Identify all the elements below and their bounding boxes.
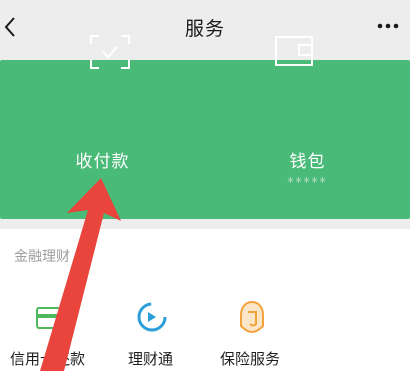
pay-receive-label: 收付款 <box>75 152 130 172</box>
credit-card-icon[interactable] <box>36 307 68 329</box>
wallet-icon <box>275 36 313 66</box>
licaitong-label[interactable]: 理财通 <box>128 348 173 369</box>
top-nav-bar: 服务 <box>0 0 410 56</box>
scan-pay-icon <box>90 35 130 69</box>
pay-receive-button[interactable]: 收付款 <box>0 60 205 219</box>
credit-card-repay-label[interactable]: 信用卡还款 <box>10 348 85 369</box>
insurance-service-label[interactable]: 保险服务 <box>220 348 280 369</box>
wallet-button[interactable]: 钱包 ***** <box>205 60 410 219</box>
licaitong-icon[interactable] <box>137 302 167 332</box>
finance-section-title: 金融理财 <box>14 249 70 265</box>
insurance-icon[interactable] <box>239 300 265 334</box>
page-title: 服务 <box>184 18 225 40</box>
more-options-icon[interactable] <box>376 22 400 30</box>
wallet-label: 钱包 <box>289 152 326 172</box>
wallet-balance-masked: ***** <box>287 175 328 189</box>
